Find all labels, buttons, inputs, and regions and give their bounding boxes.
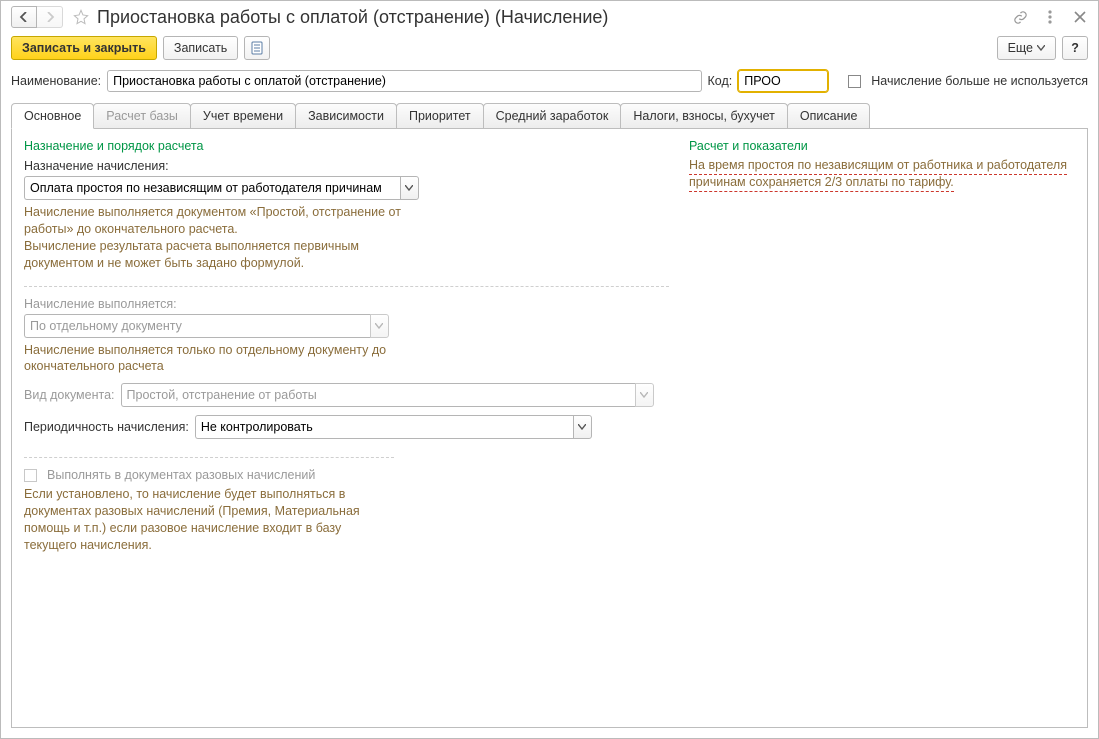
not-used-checkbox[interactable] bbox=[848, 75, 861, 88]
period-label: Периодичность начисления: bbox=[24, 420, 189, 434]
favorite-star-icon[interactable] bbox=[71, 7, 91, 27]
name-label: Наименование: bbox=[11, 74, 101, 88]
link-icon[interactable] bbox=[1012, 9, 1028, 25]
not-used-label: Начисление больше не используется bbox=[871, 74, 1088, 88]
separator bbox=[24, 286, 669, 287]
report-button[interactable] bbox=[244, 36, 270, 60]
oneoff-check-label: Выполнять в документах разовых начислени… bbox=[47, 468, 315, 482]
separator bbox=[24, 457, 394, 458]
chevron-down-icon bbox=[578, 424, 586, 430]
chevron-down-icon bbox=[375, 323, 383, 329]
purpose-hint: Начисление выполняется документом «Прост… bbox=[24, 204, 424, 272]
code-input[interactable] bbox=[738, 70, 828, 92]
tab-1[interactable]: Расчет базы bbox=[93, 103, 191, 129]
exec-combo-drop bbox=[370, 314, 389, 338]
name-input[interactable] bbox=[107, 70, 701, 92]
tab-3[interactable]: Зависимости bbox=[295, 103, 397, 129]
oneoff-checkbox bbox=[24, 469, 37, 482]
oneoff-hint: Если установлено, то начисление будет вы… bbox=[24, 486, 384, 554]
window-title: Приостановка работы с оплатой (отстранен… bbox=[97, 7, 608, 28]
exec-label: Начисление выполняется: bbox=[24, 297, 669, 311]
section-assignment-title: Назначение и порядок расчета bbox=[24, 139, 669, 153]
period-combo[interactable] bbox=[195, 415, 592, 439]
more-button[interactable]: Еще bbox=[997, 36, 1056, 60]
tab-7[interactable]: Описание bbox=[787, 103, 871, 129]
tab-4[interactable]: Приоритет bbox=[396, 103, 484, 129]
exec-hint: Начисление выполняется только по отдельн… bbox=[24, 342, 434, 376]
nav-forward-button bbox=[37, 6, 63, 28]
tab-2[interactable]: Учет времени bbox=[190, 103, 296, 129]
save-and-close-label: Записать и закрыть bbox=[22, 41, 146, 55]
close-icon[interactable] bbox=[1072, 9, 1088, 25]
calc-description: На время простоя по независящим от работ… bbox=[689, 157, 1075, 191]
kebab-menu-icon[interactable] bbox=[1042, 9, 1058, 25]
chevron-down-icon bbox=[1037, 45, 1045, 51]
purpose-combo-input[interactable] bbox=[24, 176, 400, 200]
exec-combo-input bbox=[24, 314, 370, 338]
tab-6[interactable]: Налоги, взносы, бухучет bbox=[620, 103, 788, 129]
more-label: Еще bbox=[1008, 41, 1033, 55]
document-icon bbox=[251, 41, 263, 55]
arrow-right-icon bbox=[45, 12, 55, 22]
purpose-label: Назначение начисления: bbox=[24, 159, 669, 173]
save-label: Записать bbox=[174, 41, 227, 55]
doc-type-combo bbox=[121, 383, 654, 407]
help-button[interactable]: ? bbox=[1062, 36, 1088, 60]
purpose-combo-drop[interactable] bbox=[400, 176, 419, 200]
chevron-down-icon bbox=[405, 185, 413, 191]
period-combo-drop[interactable] bbox=[573, 415, 592, 439]
doc-type-combo-drop bbox=[635, 383, 654, 407]
period-combo-input[interactable] bbox=[195, 415, 573, 439]
chevron-down-icon bbox=[640, 392, 648, 398]
save-and-close-button[interactable]: Записать и закрыть bbox=[11, 36, 157, 60]
section-calc-title: Расчет и показатели bbox=[689, 139, 1075, 153]
doc-type-label: Вид документа: bbox=[24, 388, 115, 402]
tab-content-main: Назначение и порядок расчета Назначение … bbox=[11, 128, 1088, 728]
exec-combo bbox=[24, 314, 389, 338]
tab-0[interactable]: Основное bbox=[11, 103, 94, 129]
code-label: Код: bbox=[708, 74, 733, 88]
arrow-left-icon bbox=[19, 12, 29, 22]
nav-back-button[interactable] bbox=[11, 6, 37, 28]
tab-5[interactable]: Средний заработок bbox=[483, 103, 622, 129]
save-button[interactable]: Записать bbox=[163, 36, 238, 60]
doc-type-combo-input bbox=[121, 383, 635, 407]
purpose-combo[interactable] bbox=[24, 176, 419, 200]
